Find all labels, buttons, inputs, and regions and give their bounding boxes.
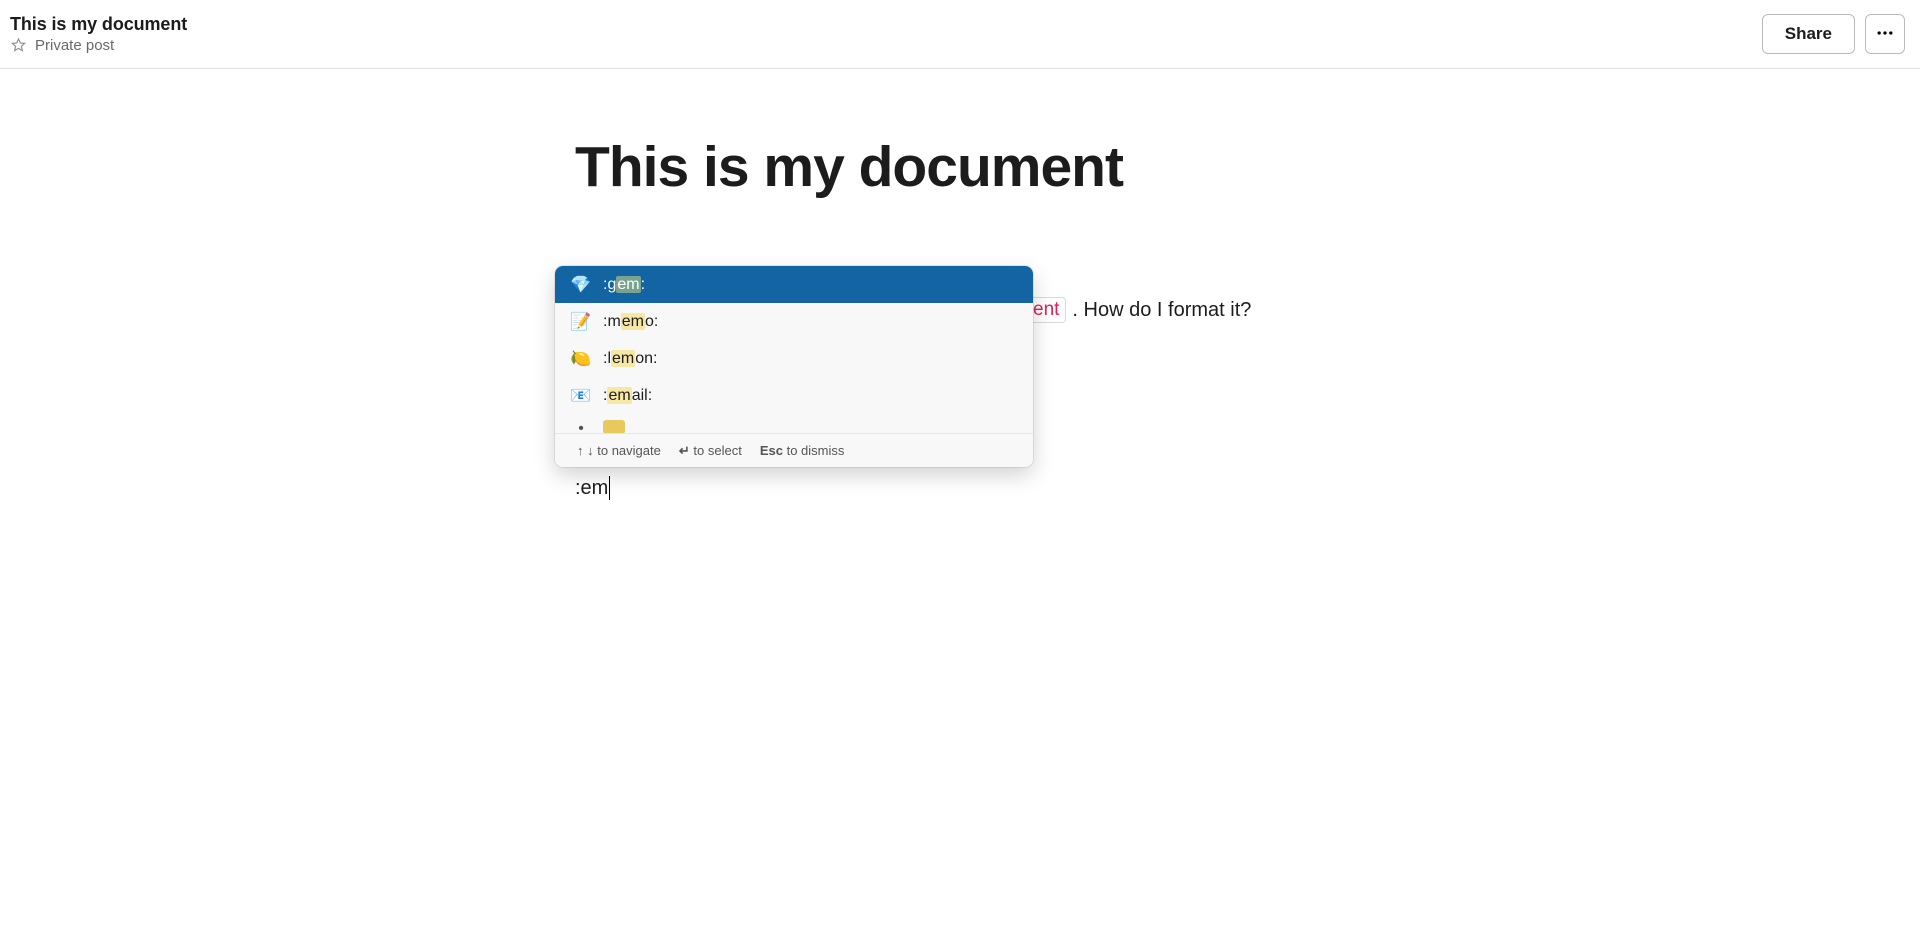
- bullet-icon: •: [571, 420, 591, 433]
- gem-icon: 💎: [571, 275, 591, 295]
- suggest-option[interactable]: •: [555, 414, 1033, 433]
- lemon-icon: 🍋: [571, 349, 591, 369]
- doc-meta: This is my document Private post: [10, 14, 187, 54]
- suggest-footer: ↑ ↓ to navigate ↵ to select Esc to dismi…: [555, 433, 1033, 467]
- color-swatch-icon: [603, 420, 625, 433]
- suggest-option[interactable]: 🍋 :lemon:: [555, 340, 1033, 377]
- doc-meta-row: Private post: [10, 37, 187, 54]
- suggest-option[interactable]: 📧 :email:: [555, 377, 1033, 414]
- enter-icon: ↵: [679, 444, 690, 457]
- privacy-label: Private post: [35, 37, 114, 54]
- emoji-input-text: :em: [575, 477, 608, 500]
- text-caret: [609, 476, 610, 500]
- footer-hint-dismiss: Esc to dismiss: [760, 443, 845, 458]
- up-arrow-icon: ↑: [577, 444, 584, 457]
- suggest-option[interactable]: 💎 :gem:: [555, 266, 1033, 303]
- paragraph-text: . How do I format it?: [1072, 299, 1251, 322]
- more-button[interactable]: [1865, 14, 1905, 54]
- suggest-option[interactable]: 📝 :memo:: [555, 303, 1033, 340]
- suggest-list: 💎 :gem: 📝 :memo: 🍋 :lemon: 📧: [555, 266, 1033, 433]
- memo-icon: 📝: [571, 312, 591, 332]
- suggest-option-label: :memo:: [603, 313, 658, 331]
- suggest-option-label: :lemon:: [603, 350, 657, 368]
- star-icon[interactable]: [10, 37, 27, 54]
- footer-hint-select: ↵ to select: [679, 443, 742, 458]
- top-actions: Share: [1762, 14, 1905, 54]
- footer-hint-navigate: ↑ ↓ to navigate: [577, 443, 661, 458]
- header-doc-title: This is my document: [10, 14, 187, 35]
- emoji-suggest-popup: 💎 :gem: 📝 :memo: 🍋 :lemon: 📧: [555, 266, 1033, 467]
- page-title[interactable]: This is my document: [575, 134, 1345, 200]
- suggest-option-label: :gem:: [603, 276, 645, 294]
- ellipsis-icon: [1875, 23, 1895, 46]
- editor[interactable]: This is my document ent . How do I forma…: [575, 69, 1345, 200]
- top-bar: This is my document Private post Share: [0, 0, 1920, 69]
- suggest-option-label: :email:: [603, 387, 652, 405]
- paragraph-tail: ent . How do I format it?: [1026, 297, 1251, 323]
- emoji-input[interactable]: :em: [575, 476, 610, 500]
- email-icon: 📧: [571, 386, 591, 406]
- down-arrow-icon: ↓: [587, 444, 594, 457]
- share-button[interactable]: Share: [1762, 14, 1855, 54]
